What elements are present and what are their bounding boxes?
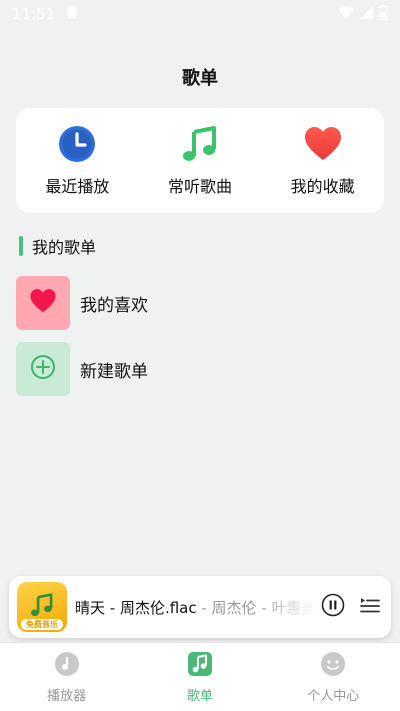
- album-cover[interactable]: 免费音乐: [17, 582, 67, 632]
- now-playing-text[interactable]: 晴天 - 周杰伦.flac - 周杰伦 - 叶惠美: [75, 597, 315, 618]
- mini-player[interactable]: 免费音乐 晴天 - 周杰伦.flac - 周杰伦 - 叶惠美: [9, 576, 391, 638]
- bottom-nav: 播放器 歌单 个人中心: [0, 642, 400, 711]
- qq-icon: [65, 4, 79, 24]
- playlist-queue-button[interactable]: [359, 595, 381, 619]
- battery-icon: [378, 4, 389, 24]
- wifi-icon: [338, 5, 354, 23]
- my-favorites-label: 我的收藏: [290, 177, 355, 196]
- quick-actions-card: 最近播放 常听歌曲 我的收藏: [16, 108, 384, 213]
- my-favorites-button[interactable]: 我的收藏: [268, 124, 378, 197]
- frequent-songs-button[interactable]: 常听歌曲: [145, 124, 255, 197]
- music-note-icon: [29, 592, 55, 622]
- status-bar: 11:51: [0, 0, 400, 28]
- add-circle-icon: [30, 354, 56, 384]
- playlist-label-liked: 我的喜欢: [80, 295, 148, 316]
- playlist-item-new[interactable]: 新建歌单: [16, 342, 384, 396]
- section-accent-bar: [19, 236, 23, 256]
- music-note-icon: [180, 124, 220, 164]
- status-time: 11:51: [12, 5, 56, 23]
- signal-icon: [360, 5, 373, 23]
- cover-badge: 免费音乐: [21, 619, 63, 630]
- song-title: 晴天 - 周杰伦.flac: [75, 598, 197, 617]
- recent-play-label: 最近播放: [45, 177, 110, 196]
- nav-label-profile: 个人中心: [307, 688, 360, 704]
- nav-item-profile[interactable]: 个人中心: [273, 651, 393, 704]
- frequent-songs-label: 常听歌曲: [167, 177, 232, 196]
- player-icon: [54, 651, 80, 681]
- playlist-icon: [187, 651, 213, 681]
- playlist-thumb-liked: [16, 276, 70, 330]
- heart-icon: [29, 288, 57, 318]
- recent-play-button[interactable]: 最近播放: [22, 124, 132, 197]
- song-artist: - 周杰伦 - 叶惠美: [196, 598, 315, 617]
- nav-item-player[interactable]: 播放器: [7, 651, 127, 704]
- pause-button[interactable]: [321, 593, 345, 621]
- nav-label-playlist: 歌单: [186, 688, 213, 704]
- section-title: 我的歌单: [32, 238, 97, 257]
- playlist-thumb-new: [16, 342, 70, 396]
- nav-label-player: 播放器: [47, 688, 87, 704]
- section-header: 我的歌单: [19, 234, 96, 258]
- profile-icon: [320, 651, 346, 681]
- heart-icon: [303, 124, 343, 164]
- page-title: 歌单: [182, 68, 218, 89]
- playlist-item-liked[interactable]: 我的喜欢: [16, 276, 384, 330]
- nav-item-playlist[interactable]: 歌单: [140, 651, 260, 704]
- playlist-label-new: 新建歌单: [80, 361, 148, 382]
- clock-icon: [57, 124, 97, 164]
